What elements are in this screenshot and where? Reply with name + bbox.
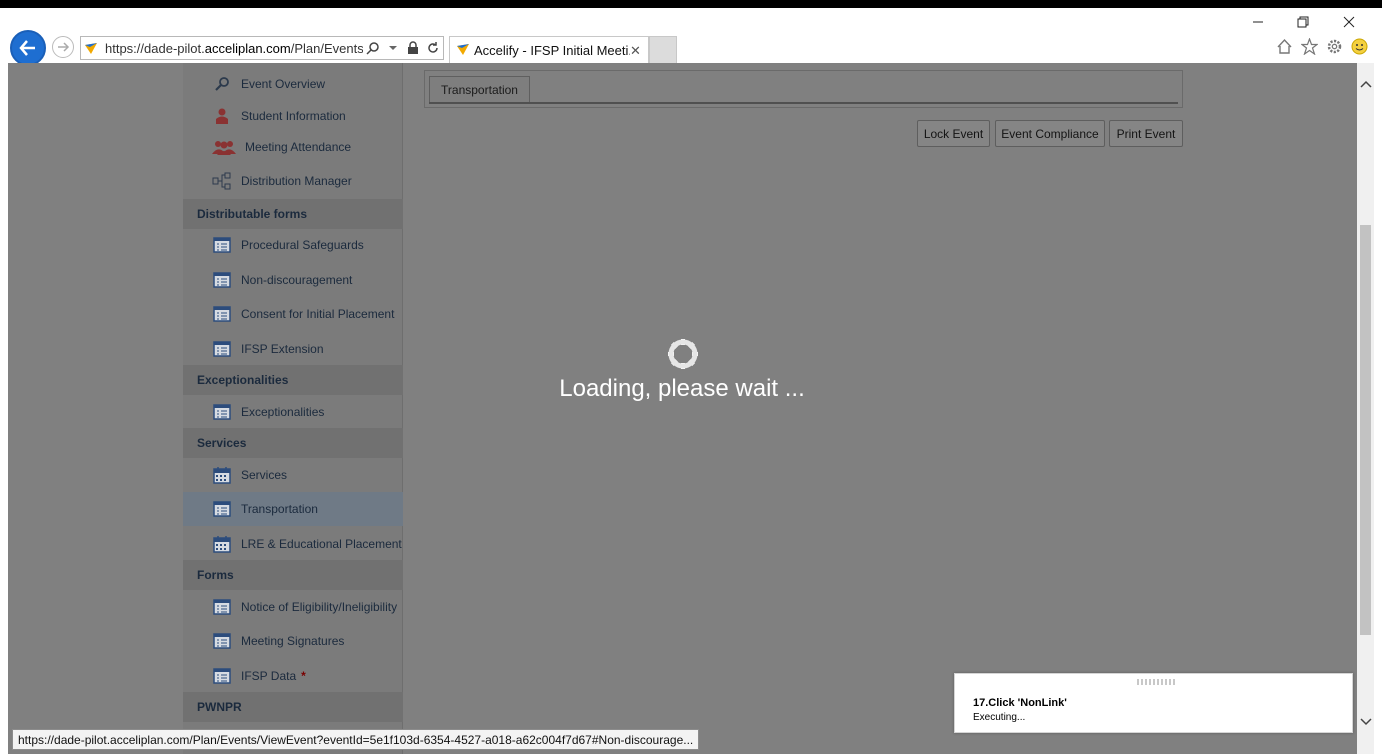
address-bar[interactable]: https://dade-pilot.acceliplan.com/Plan/E… xyxy=(80,36,444,60)
sidebar-item-label: IFSP Extension xyxy=(241,342,324,356)
calendar-icon xyxy=(211,465,233,485)
browser-toolbar xyxy=(1276,38,1368,55)
toast-title: 17.Click 'NonLink' xyxy=(973,697,1067,709)
lock-event-button[interactable]: Lock Event xyxy=(917,120,990,147)
sidebar-item-student-information[interactable]: Student Information xyxy=(183,99,403,133)
sidebar-item-label: LRE & Educational Placement xyxy=(241,537,402,551)
sidebar-item-procedural-safeguards[interactable]: Procedural Safeguards xyxy=(183,228,403,262)
dropdown-icon[interactable] xyxy=(385,40,401,56)
loading-message: Loading, please wait ... xyxy=(559,375,805,402)
toast-status: Executing... xyxy=(973,712,1026,723)
tab-favicon-icon xyxy=(456,42,470,59)
sidebar-item-services[interactable]: Services xyxy=(183,458,403,492)
form-list-icon xyxy=(211,339,233,359)
vertical-scrollbar[interactable] xyxy=(1357,63,1374,754)
sidebar-item-label: Non-discouragement xyxy=(241,273,353,287)
tab-title: Accelify - IFSP Initial Meeti... xyxy=(474,43,630,58)
automation-toast: 17.Click 'NonLink' Executing... xyxy=(954,673,1353,733)
forward-button[interactable] xyxy=(52,36,74,58)
restore-button[interactable] xyxy=(1281,12,1325,34)
calendar-icon xyxy=(211,534,233,554)
search-icon[interactable] xyxy=(365,40,381,56)
new-tab-button[interactable] xyxy=(649,36,677,64)
required-marker: * xyxy=(301,669,306,683)
sidebar-item-label: Meeting Signatures xyxy=(241,634,345,648)
sidebar-item-label: Services xyxy=(241,468,288,482)
section-heading-pwnpr: PWNPR xyxy=(183,692,403,722)
back-button[interactable] xyxy=(10,30,46,66)
distribution-icon xyxy=(211,171,233,191)
sidebar-item-ifsp-extension[interactable]: IFSP Extension xyxy=(183,332,403,366)
section-heading-services: Services xyxy=(183,428,403,458)
sidebar-item-consent-initial-placement[interactable]: Consent for Initial Placement xyxy=(183,297,403,331)
page-viewport: Event Overview Student Information Meeti… xyxy=(8,63,1374,754)
close-icon xyxy=(1343,16,1355,28)
status-bar-url: https://dade-pilot.acceliplan.com/Plan/E… xyxy=(12,729,700,750)
refresh-icon[interactable] xyxy=(425,40,441,56)
loading-spinner-icon xyxy=(668,339,698,369)
sidebar-item-event-overview[interactable]: Event Overview xyxy=(183,67,403,101)
sidebar-item-label: Student Information xyxy=(241,109,346,123)
browser-chrome: https://dade-pilot.acceliplan.com/Plan/E… xyxy=(0,8,1382,66)
minimize-button[interactable] xyxy=(1236,12,1280,34)
sidebar-item-non-discouragement[interactable]: Non-discouragement xyxy=(183,263,403,297)
form-list-icon xyxy=(211,235,233,255)
sidebar-item-distribution-manager[interactable]: Distribution Manager xyxy=(183,164,403,198)
section-heading-exceptionalities: Exceptionalities xyxy=(183,365,403,395)
minimize-icon xyxy=(1253,21,1263,23)
form-list-icon xyxy=(211,270,233,290)
form-list-icon xyxy=(211,402,233,422)
sidebar-item-label: Procedural Safeguards xyxy=(241,238,364,252)
sidebar-item-notice-eligibility[interactable]: Notice of Eligibility/Ineligibility xyxy=(183,590,403,624)
tab-close-button[interactable]: ✕ xyxy=(630,43,648,59)
scroll-down-arrow-icon[interactable] xyxy=(1357,713,1374,730)
form-list-icon xyxy=(211,304,233,324)
lock-icon xyxy=(405,40,421,56)
tab-transportation[interactable]: Transportation xyxy=(429,76,530,103)
browser-tab[interactable]: Accelify - IFSP Initial Meeti... ✕ xyxy=(449,36,649,64)
sidebar-item-label: IFSP Data xyxy=(241,669,297,683)
scrollbar-thumb[interactable] xyxy=(1360,225,1371,635)
site-favicon-icon xyxy=(83,40,99,56)
content-tab-strip: Transportation xyxy=(424,70,1183,108)
sidebar-item-label: Meeting Attendance xyxy=(245,140,352,154)
magnifier-icon xyxy=(211,74,233,94)
form-list-icon xyxy=(211,666,233,686)
gear-icon[interactable] xyxy=(1326,38,1343,55)
sidebar-item-label: Transportation xyxy=(241,502,318,516)
person-icon xyxy=(211,106,233,126)
browser-window: https://dade-pilot.acceliplan.com/Plan/E… xyxy=(0,8,1382,754)
sidebar-item-label: Notice of Eligibility/Ineligibility xyxy=(241,600,398,614)
back-arrow-icon xyxy=(19,40,35,56)
home-icon[interactable] xyxy=(1276,38,1293,55)
sidebar-item-label: Distribution Manager xyxy=(241,174,352,188)
print-event-button[interactable]: Print Event xyxy=(1109,120,1183,147)
sidebar-item-transportation[interactable]: Transportation xyxy=(183,492,403,526)
form-list-icon xyxy=(211,631,233,651)
sidebar-item-label: Exceptionalities xyxy=(241,405,325,419)
event-compliance-button[interactable]: Event Compliance xyxy=(995,120,1105,147)
favorites-star-icon[interactable] xyxy=(1301,38,1318,55)
close-window-button[interactable] xyxy=(1327,12,1371,34)
section-heading-distributable-forms: Distributable forms xyxy=(183,199,403,229)
address-url[interactable]: https://dade-pilot.acceliplan.com/Plan/E… xyxy=(101,41,363,56)
sidebar-item-label: Consent for Initial Placement xyxy=(241,307,395,321)
form-list-icon xyxy=(211,499,233,519)
scroll-up-arrow-icon[interactable] xyxy=(1357,75,1374,92)
sidebar-item-meeting-signatures[interactable]: Meeting Signatures xyxy=(183,624,403,658)
form-list-icon xyxy=(211,597,233,617)
drag-grip-icon[interactable] xyxy=(1137,679,1175,685)
sidebar-item-label: Event Overview xyxy=(241,77,326,91)
sidebar-item-lre-educational-placement[interactable]: LRE & Educational Placement xyxy=(183,527,403,561)
forward-arrow-icon xyxy=(58,42,70,52)
restore-icon xyxy=(1297,16,1309,28)
group-icon xyxy=(211,137,237,157)
tab-underline xyxy=(429,102,1178,104)
sidebar-item-ifsp-data[interactable]: IFSP Data * xyxy=(183,659,403,693)
event-sidebar: Event Overview Student Information Meeti… xyxy=(183,63,403,754)
sidebar-item-meeting-attendance[interactable]: Meeting Attendance xyxy=(183,130,403,164)
smiley-feedback-icon[interactable] xyxy=(1351,38,1368,55)
sidebar-item-exceptionalities[interactable]: Exceptionalities xyxy=(183,395,403,429)
section-heading-forms: Forms xyxy=(183,560,403,590)
